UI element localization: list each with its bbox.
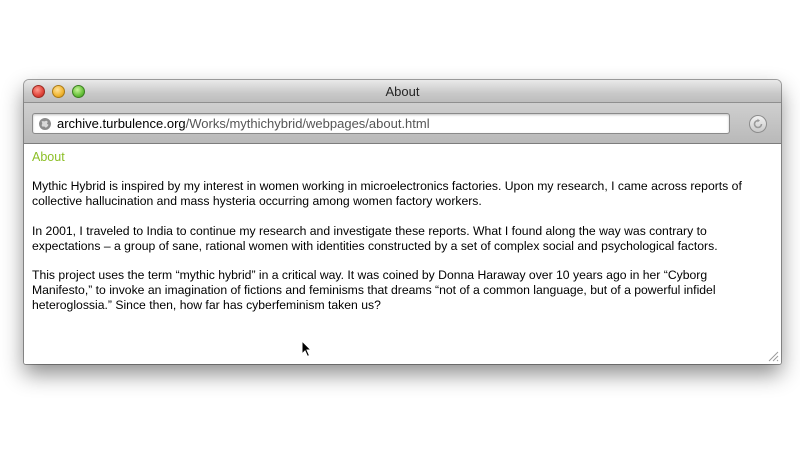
reload-icon[interactable] <box>749 115 767 133</box>
globe-icon <box>39 118 51 130</box>
mouse-cursor-icon <box>301 340 313 358</box>
paragraph-3: This project uses the term “mythic hybri… <box>32 268 716 312</box>
resize-grip-icon[interactable] <box>768 351 779 362</box>
url-text[interactable]: archive.turbulence.org/Works/mythichybri… <box>57 116 430 131</box>
page-heading: About <box>32 150 65 164</box>
url-domain: archive.turbulence.org <box>57 116 186 131</box>
address-field[interactable]: archive.turbulence.org/Works/mythichybri… <box>32 113 730 134</box>
paragraph-2: In 2001, I traveled to India to continue… <box>32 224 718 253</box>
window-title: About <box>385 84 420 99</box>
paragraph-1: Mythic Hybrid is inspired by my interest… <box>32 179 742 208</box>
toolbar: archive.turbulence.org/Works/mythichybri… <box>24 103 781 144</box>
browser-window: About archive.turbulence.org/Works/mythi… <box>24 80 781 364</box>
page-content: About Mythic Hybrid is inspired by my in… <box>24 144 781 364</box>
title-bar[interactable]: About <box>24 80 781 103</box>
url-path: /Works/mythichybrid/webpages/about.html <box>185 116 430 131</box>
